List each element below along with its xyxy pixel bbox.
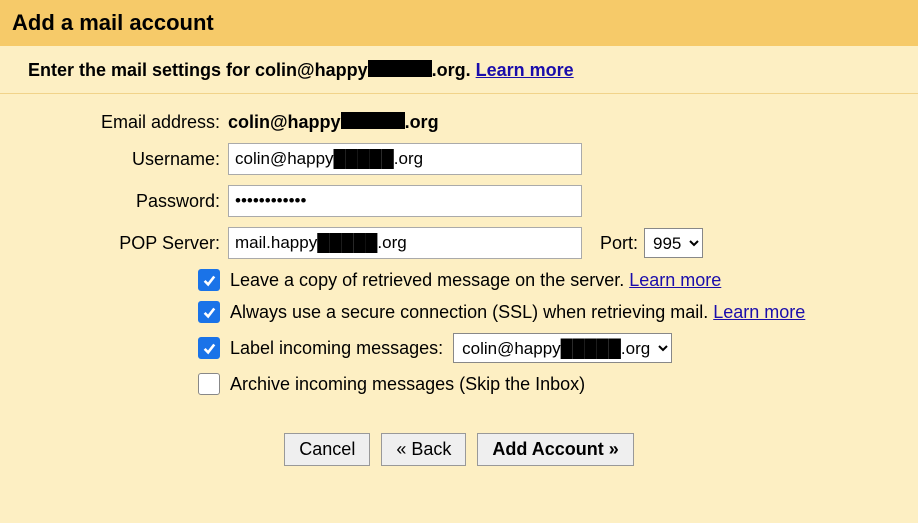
row-password: Password: (40, 185, 878, 217)
row-pop-server: POP Server: Port: 995 (40, 227, 878, 259)
ssl-checkbox[interactable] (198, 301, 220, 323)
check-icon (202, 273, 216, 287)
check-icon (202, 305, 216, 319)
redacted-block (368, 60, 432, 77)
label-messages-checkbox[interactable] (198, 337, 220, 359)
username-input[interactable] (228, 143, 582, 175)
form-content: Email address: colin@happy.org Username:… (0, 94, 918, 466)
username-label: Username: (40, 149, 228, 170)
pop-server-label: POP Server: (40, 233, 228, 254)
options-group: Leave a copy of retrieved message on the… (198, 269, 878, 395)
email-value: colin@happy.org (228, 112, 439, 133)
subheader-prefix: Enter the mail settings for (28, 60, 255, 80)
option-leave-copy: Leave a copy of retrieved message on the… (198, 269, 878, 291)
archive-text: Archive incoming messages (Skip the Inbo… (230, 374, 585, 395)
add-account-button[interactable]: Add Account » (477, 433, 633, 466)
option-label-messages: Label incoming messages: colin@happy████… (198, 333, 878, 363)
learn-more-link[interactable]: Learn more (476, 60, 574, 80)
back-button[interactable]: « Back (381, 433, 466, 466)
leave-copy-learn-more-link[interactable]: Learn more (629, 270, 721, 290)
label-messages-text: Label incoming messages: (230, 338, 443, 359)
button-row: Cancel « Back Add Account » (40, 433, 878, 466)
ssl-text: Always use a secure connection (SSL) whe… (230, 302, 805, 323)
subheader-email-pre: colin@happy (255, 60, 368, 80)
email-label: Email address: (40, 112, 228, 133)
port-label: Port: (600, 233, 638, 254)
redacted-block (341, 112, 405, 129)
leave-copy-text: Leave a copy of retrieved message on the… (230, 270, 721, 291)
dialog-title: Add a mail account (12, 10, 906, 36)
check-icon (202, 341, 216, 355)
option-archive: Archive incoming messages (Skip the Inbo… (198, 373, 878, 395)
pop-server-input[interactable] (228, 227, 582, 259)
cancel-button[interactable]: Cancel (284, 433, 370, 466)
password-input[interactable] (228, 185, 582, 217)
leave-copy-checkbox[interactable] (198, 269, 220, 291)
option-ssl: Always use a secure connection (SSL) whe… (198, 301, 878, 323)
ssl-learn-more-link[interactable]: Learn more (713, 302, 805, 322)
password-label: Password: (40, 191, 228, 212)
archive-checkbox[interactable] (198, 373, 220, 395)
subheader-email-post: .org (432, 60, 466, 80)
dialog-header: Add a mail account (0, 0, 918, 46)
dialog-subheader: Enter the mail settings for colin@happy.… (0, 46, 918, 94)
row-username: Username: (40, 143, 878, 175)
subheader-suffix: . (466, 60, 476, 80)
label-messages-select[interactable]: colin@happy█████.org (453, 333, 672, 363)
row-email: Email address: colin@happy.org (40, 112, 878, 133)
port-select[interactable]: 995 (644, 228, 703, 258)
